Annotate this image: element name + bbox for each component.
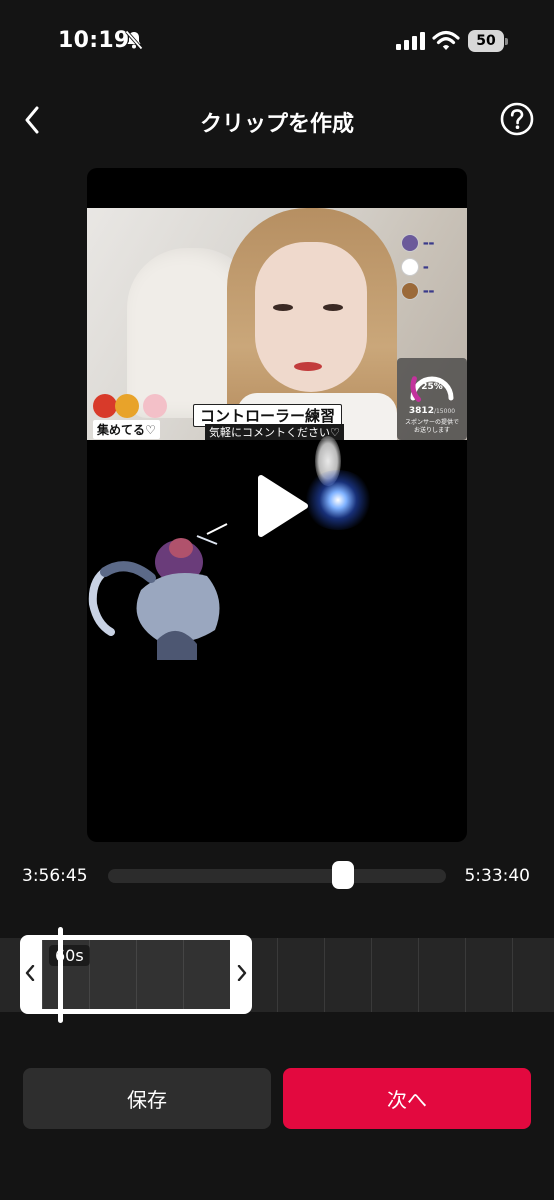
create-clip-screen: 10:19 50 クリップを作成 ▬▬ ▬ ▬▬ 25% 3812/15000 … — [0, 0, 554, 1200]
wifi-icon — [432, 30, 460, 50]
scrub-handle[interactable] — [332, 861, 355, 889]
viewer-ranking-list: ▬▬ ▬ ▬▬ — [401, 234, 459, 306]
blue-spark-effect — [303, 470, 373, 530]
trim-handle-left-icon[interactable] — [25, 965, 35, 981]
avatar-icon — [401, 282, 419, 300]
avatar-icon — [401, 258, 419, 276]
ranking-bar: ▬▬ — [423, 239, 435, 247]
battery-icon: 50 — [468, 30, 508, 52]
trim-handle-right-icon[interactable] — [237, 965, 247, 981]
video-scrubber: 3:56:45 5:33:40 — [0, 858, 554, 898]
next-button[interactable]: 次へ — [283, 1068, 531, 1129]
timeline-frame — [372, 938, 419, 1012]
save-button[interactable]: 保存 — [23, 1068, 271, 1129]
question-circle-icon[interactable] — [500, 102, 534, 136]
ranking-bar: ▬ — [423, 263, 429, 271]
video-preview[interactable]: ▬▬ ▬ ▬▬ 25% 3812/15000 スポンサーの提供で お送りします … — [87, 168, 467, 842]
page-title: クリップを作成 — [199, 112, 354, 137]
ranking-bar: ▬▬ — [423, 287, 435, 295]
timeline-frame — [419, 938, 466, 1012]
pink-heart-sticker-icon — [143, 394, 167, 418]
nav-bar: クリップを作成 — [0, 92, 554, 148]
bell-slash-icon — [125, 30, 143, 50]
playhead[interactable] — [58, 927, 63, 1023]
cc-sticker-icon — [115, 394, 139, 418]
game-character-art — [88, 523, 228, 660]
crown-avatar-icon — [401, 234, 419, 252]
eye-shape — [273, 304, 293, 311]
battery-level: 50 — [476, 33, 496, 49]
start-time: 3:56:45 — [22, 866, 88, 886]
scrub-track[interactable] — [108, 869, 446, 883]
clip-duration-badge: 60s — [49, 945, 90, 966]
timeline-frame — [278, 938, 325, 1012]
status-bar: 10:19 50 — [0, 0, 554, 84]
timeline-frame — [466, 938, 513, 1012]
status-time: 10:19 — [58, 28, 130, 53]
timeline-frame — [513, 938, 554, 1012]
lips-shape — [294, 362, 322, 371]
end-time: 5:33:40 — [464, 866, 530, 886]
collection-stickers — [93, 394, 173, 418]
gauge-percent: 25% — [421, 382, 443, 392]
signal-icon — [396, 32, 425, 50]
eye-shape — [323, 304, 343, 311]
play-icon[interactable] — [253, 474, 309, 538]
sponsor-gauge: 25% 3812/15000 スポンサーの提供で お送りします — [397, 358, 467, 440]
gauge-count: 3812/15000 — [408, 406, 456, 416]
timeline-frame — [325, 938, 372, 1012]
collect-label: 集めてる♡ — [93, 420, 160, 439]
gauge-note: スポンサーの提供で お送りします — [404, 419, 459, 434]
stream-camera-view: ▬▬ ▬ ▬▬ 25% 3812/15000 スポンサーの提供で お送りします … — [87, 208, 467, 440]
heart-sticker-icon — [93, 394, 117, 418]
